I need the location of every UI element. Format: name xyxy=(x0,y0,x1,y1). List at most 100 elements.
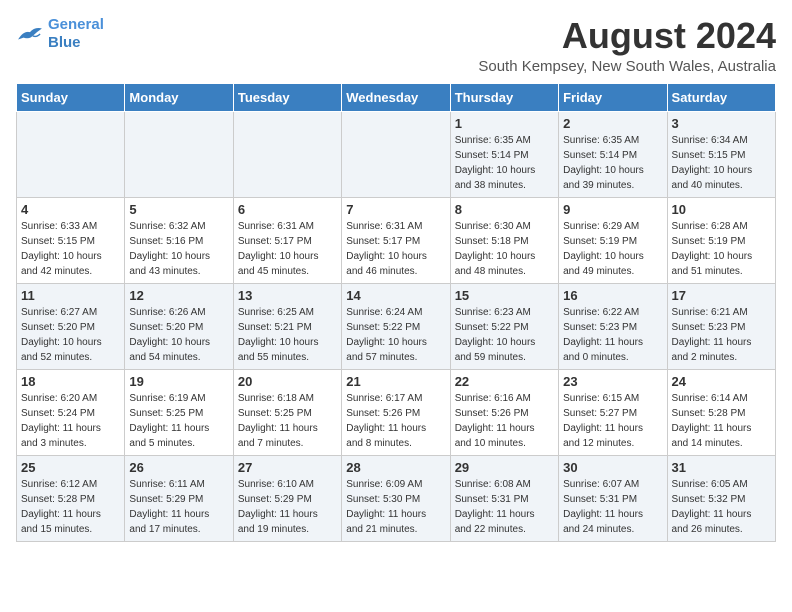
day-number: 11 xyxy=(21,288,120,303)
calendar-cell: 28 Sunrise: 6:09 AM Sunset: 5:30 PM Dayli… xyxy=(342,455,450,541)
day-number: 13 xyxy=(238,288,337,303)
day-number: 20 xyxy=(238,374,337,389)
day-info: Sunrise: 6:34 AM Sunset: 5:15 PM Dayligh… xyxy=(672,133,771,193)
day-number: 27 xyxy=(238,460,337,475)
day-info: Sunrise: 6:22 AM Sunset: 5:23 PM Dayligh… xyxy=(563,305,662,365)
header-thursday: Thursday xyxy=(450,83,558,111)
calendar-cell: 24 Sunrise: 6:14 AM Sunset: 5:28 PM Dayli… xyxy=(667,369,775,455)
logo-icon xyxy=(16,23,44,45)
month-title: August 2024 xyxy=(478,16,776,56)
day-number: 28 xyxy=(346,460,445,475)
day-info: Sunrise: 6:07 AM Sunset: 5:31 PM Dayligh… xyxy=(563,477,662,537)
week-row-2: 4Sunrise: 6:33 AM Sunset: 5:15 PM Daylig… xyxy=(17,197,776,283)
day-number: 2 xyxy=(563,116,662,131)
page-header: General Blue August 2024 South Kempsey, … xyxy=(16,16,776,75)
day-number: 23 xyxy=(563,374,662,389)
day-info: Sunrise: 6:32 AM Sunset: 5:16 PM Dayligh… xyxy=(129,219,228,279)
calendar-cell: 5Sunrise: 6:32 AM Sunset: 5:16 PM Daylig… xyxy=(125,197,233,283)
calendar-cell: 13 Sunrise: 6:25 AM Sunset: 5:21 PM Dayli… xyxy=(233,283,341,369)
calendar-cell: 17 Sunrise: 6:21 AM Sunset: 5:23 PM Dayli… xyxy=(667,283,775,369)
day-number: 22 xyxy=(455,374,554,389)
calendar-cell: 16 Sunrise: 6:22 AM Sunset: 5:23 PM Dayli… xyxy=(559,283,667,369)
week-row-5: 25Sunrise: 6:12 AM Sunset: 5:28 PM Dayli… xyxy=(17,455,776,541)
day-info: Sunrise: 6:23 AM Sunset: 5:22 PM Dayligh… xyxy=(455,305,554,365)
calendar-cell: 30 Sunrise: 6:07 AM Sunset: 5:31 PM Dayli… xyxy=(559,455,667,541)
day-info: Sunrise: 6:19 AM Sunset: 5:25 PM Dayligh… xyxy=(129,391,228,451)
day-info: Sunrise: 6:33 AM Sunset: 5:15 PM Dayligh… xyxy=(21,219,120,279)
calendar-cell: 7 Sunrise: 6:31 AM Sunset: 5:17 PM Daylig… xyxy=(342,197,450,283)
day-number: 26 xyxy=(129,460,228,475)
day-info: Sunrise: 6:30 AM Sunset: 5:18 PM Dayligh… xyxy=(455,219,554,279)
week-row-1: 1 Sunrise: 6:35 AM Sunset: 5:14 PM Daylig… xyxy=(17,111,776,197)
day-info: Sunrise: 6:16 AM Sunset: 5:26 PM Dayligh… xyxy=(455,391,554,451)
day-info: Sunrise: 6:10 AM Sunset: 5:29 PM Dayligh… xyxy=(238,477,337,537)
calendar-cell: 19Sunrise: 6:19 AM Sunset: 5:25 PM Dayli… xyxy=(125,369,233,455)
day-info: Sunrise: 6:14 AM Sunset: 5:28 PM Dayligh… xyxy=(672,391,771,451)
header-friday: Friday xyxy=(559,83,667,111)
calendar-cell: 4Sunrise: 6:33 AM Sunset: 5:15 PM Daylig… xyxy=(17,197,125,283)
day-number: 12 xyxy=(129,288,228,303)
calendar-cell: 27 Sunrise: 6:10 AM Sunset: 5:29 PM Dayli… xyxy=(233,455,341,541)
location-subtitle: South Kempsey, New South Wales, Australi… xyxy=(478,58,776,75)
day-info: Sunrise: 6:27 AM Sunset: 5:20 PM Dayligh… xyxy=(21,305,120,365)
calendar-cell xyxy=(125,111,233,197)
logo-line1: General xyxy=(48,16,104,33)
day-number: 7 xyxy=(346,202,445,217)
day-number: 29 xyxy=(455,460,554,475)
calendar-cell: 14Sunrise: 6:24 AM Sunset: 5:22 PM Dayli… xyxy=(342,283,450,369)
day-info: Sunrise: 6:35 AM Sunset: 5:14 PM Dayligh… xyxy=(455,133,554,193)
day-number: 21 xyxy=(346,374,445,389)
day-number: 18 xyxy=(21,374,120,389)
day-info: Sunrise: 6:11 AM Sunset: 5:29 PM Dayligh… xyxy=(129,477,228,537)
calendar-cell xyxy=(342,111,450,197)
calendar-cell: 1 Sunrise: 6:35 AM Sunset: 5:14 PM Daylig… xyxy=(450,111,558,197)
calendar-cell: 3 Sunrise: 6:34 AM Sunset: 5:15 PM Daylig… xyxy=(667,111,775,197)
day-info: Sunrise: 6:15 AM Sunset: 5:27 PM Dayligh… xyxy=(563,391,662,451)
day-info: Sunrise: 6:18 AM Sunset: 5:25 PM Dayligh… xyxy=(238,391,337,451)
calendar-cell: 31 Sunrise: 6:05 AM Sunset: 5:32 PM Dayli… xyxy=(667,455,775,541)
calendar-cell: 11 Sunrise: 6:27 AM Sunset: 5:20 PM Dayli… xyxy=(17,283,125,369)
title-block: August 2024 South Kempsey, New South Wal… xyxy=(478,16,776,75)
day-number: 1 xyxy=(455,116,554,131)
day-number: 30 xyxy=(563,460,662,475)
logo-line2: Blue xyxy=(48,34,81,51)
day-info: Sunrise: 6:09 AM Sunset: 5:30 PM Dayligh… xyxy=(346,477,445,537)
weekday-header-row: Sunday Monday Tuesday Wednesday Thursday… xyxy=(17,83,776,111)
calendar-cell: 18 Sunrise: 6:20 AM Sunset: 5:24 PM Dayli… xyxy=(17,369,125,455)
day-number: 31 xyxy=(672,460,771,475)
calendar-cell: 22 Sunrise: 6:16 AM Sunset: 5:26 PM Dayli… xyxy=(450,369,558,455)
day-number: 24 xyxy=(672,374,771,389)
calendar-cell: 9Sunrise: 6:29 AM Sunset: 5:19 PM Daylig… xyxy=(559,197,667,283)
calendar-cell: 25Sunrise: 6:12 AM Sunset: 5:28 PM Dayli… xyxy=(17,455,125,541)
week-row-4: 18 Sunrise: 6:20 AM Sunset: 5:24 PM Dayli… xyxy=(17,369,776,455)
day-number: 16 xyxy=(563,288,662,303)
day-number: 14 xyxy=(346,288,445,303)
day-info: Sunrise: 6:25 AM Sunset: 5:21 PM Dayligh… xyxy=(238,305,337,365)
day-number: 17 xyxy=(672,288,771,303)
calendar-cell: 20 Sunrise: 6:18 AM Sunset: 5:25 PM Dayli… xyxy=(233,369,341,455)
calendar-cell: 12Sunrise: 6:26 AM Sunset: 5:20 PM Dayli… xyxy=(125,283,233,369)
calendar-cell: 10Sunrise: 6:28 AM Sunset: 5:19 PM Dayli… xyxy=(667,197,775,283)
header-monday: Monday xyxy=(125,83,233,111)
calendar-cell: 15 Sunrise: 6:23 AM Sunset: 5:22 PM Dayli… xyxy=(450,283,558,369)
calendar-table: Sunday Monday Tuesday Wednesday Thursday… xyxy=(16,83,776,542)
header-saturday: Saturday xyxy=(667,83,775,111)
day-info: Sunrise: 6:20 AM Sunset: 5:24 PM Dayligh… xyxy=(21,391,120,451)
day-info: Sunrise: 6:21 AM Sunset: 5:23 PM Dayligh… xyxy=(672,305,771,365)
calendar-cell: 23 Sunrise: 6:15 AM Sunset: 5:27 PM Dayli… xyxy=(559,369,667,455)
day-number: 9 xyxy=(563,202,662,217)
day-number: 15 xyxy=(455,288,554,303)
calendar-cell xyxy=(17,111,125,197)
day-number: 8 xyxy=(455,202,554,217)
calendar-cell: 26 Sunrise: 6:11 AM Sunset: 5:29 PM Dayli… xyxy=(125,455,233,541)
day-info: Sunrise: 6:08 AM Sunset: 5:31 PM Dayligh… xyxy=(455,477,554,537)
day-info: Sunrise: 6:05 AM Sunset: 5:32 PM Dayligh… xyxy=(672,477,771,537)
header-wednesday: Wednesday xyxy=(342,83,450,111)
day-number: 6 xyxy=(238,202,337,217)
day-info: Sunrise: 6:31 AM Sunset: 5:17 PM Dayligh… xyxy=(238,219,337,279)
day-number: 3 xyxy=(672,116,771,131)
calendar-cell: 6 Sunrise: 6:31 AM Sunset: 5:17 PM Daylig… xyxy=(233,197,341,283)
calendar-cell: 29 Sunrise: 6:08 AM Sunset: 5:31 PM Dayli… xyxy=(450,455,558,541)
day-number: 25 xyxy=(21,460,120,475)
day-info: Sunrise: 6:31 AM Sunset: 5:17 PM Dayligh… xyxy=(346,219,445,279)
